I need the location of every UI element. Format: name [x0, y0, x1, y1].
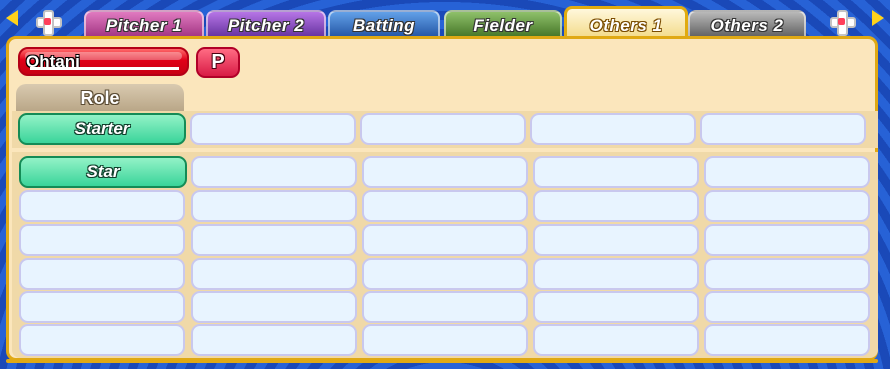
role-slot[interactable]: [530, 113, 696, 145]
dpad-right-icon[interactable]: [828, 8, 856, 36]
ability-slot[interactable]: [533, 224, 699, 256]
ability-slot[interactable]: [191, 224, 357, 256]
ability-slot[interactable]: [704, 258, 870, 290]
ability-slot[interactable]: [362, 258, 528, 290]
ability-slot[interactable]: [533, 258, 699, 290]
left-arrow-icon[interactable]: [6, 10, 18, 26]
ability-slot[interactable]: [191, 156, 357, 188]
ability-slot[interactable]: [533, 156, 699, 188]
ability-slot[interactable]: [362, 291, 528, 323]
player-name-bar[interactable]: Ohtani: [18, 47, 189, 76]
ability-slot[interactable]: [19, 190, 185, 222]
ability-slot[interactable]: [19, 324, 185, 356]
ability-slot[interactable]: [19, 258, 185, 290]
ability-slot[interactable]: [704, 324, 870, 356]
ability-slot[interactable]: [191, 258, 357, 290]
name-underline: [30, 67, 179, 70]
ability-slot[interactable]: [19, 291, 185, 323]
ability-slot[interactable]: [533, 291, 699, 323]
role-header: Role: [16, 84, 184, 112]
role-slot[interactable]: [360, 113, 526, 145]
game-screen: { "tabs": ["Pitcher 1", "Pitcher 2", "Ba…: [0, 0, 890, 369]
role-slot[interactable]: [700, 113, 866, 145]
ability-slot[interactable]: [362, 224, 528, 256]
ability-slot[interactable]: [533, 190, 699, 222]
role-slot[interactable]: [190, 113, 356, 145]
ability-star-button[interactable]: Star: [19, 156, 187, 188]
ability-slot[interactable]: [704, 156, 870, 188]
panel-bottom-border: [6, 359, 878, 363]
ability-slot[interactable]: [191, 190, 357, 222]
ability-slot[interactable]: [191, 324, 357, 356]
ability-slot[interactable]: [362, 156, 528, 188]
ability-slot[interactable]: [191, 291, 357, 323]
ability-slot[interactable]: [704, 291, 870, 323]
ability-slot[interactable]: [704, 190, 870, 222]
ability-slot[interactable]: [362, 324, 528, 356]
ability-slot[interactable]: [362, 190, 528, 222]
ability-slot[interactable]: [704, 224, 870, 256]
dpad-left-icon[interactable]: [34, 8, 62, 36]
role-starter-button[interactable]: Starter: [18, 113, 186, 145]
position-badge[interactable]: P: [196, 47, 240, 78]
right-arrow-icon[interactable]: [872, 10, 884, 26]
ability-slot[interactable]: [533, 324, 699, 356]
ability-slot[interactable]: [19, 224, 185, 256]
